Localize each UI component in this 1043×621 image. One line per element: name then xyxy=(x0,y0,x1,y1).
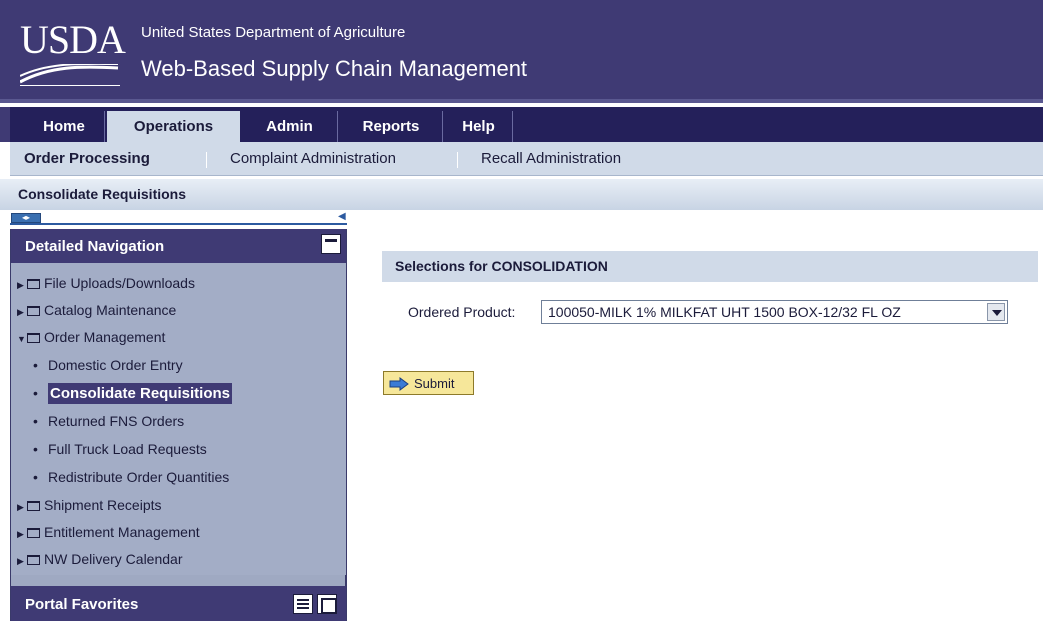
folder-icon xyxy=(27,333,40,343)
tree-item-label: NW Delivery Calendar xyxy=(44,551,183,567)
folder-icon xyxy=(27,306,40,316)
app-header: USDA United States Department of Agricul… xyxy=(0,0,1043,103)
tree-item-domestic-order-entry[interactable]: • Domestic Order Entry xyxy=(33,351,183,379)
logo-swoosh-icon xyxy=(20,64,120,86)
tree-item-label: Consolidate Requisitions xyxy=(48,383,233,404)
page-title-bar: Consolidate Requisitions xyxy=(0,176,1043,210)
expand-caret-icon: ▶ xyxy=(17,502,24,512)
ordered-product-label: Ordered Product: xyxy=(408,304,516,320)
collapse-panel-icon[interactable]: ◀ xyxy=(338,212,346,222)
submit-label: Submit xyxy=(414,376,455,391)
portal-favorites-title: Portal Favorites xyxy=(25,596,139,613)
app-title: Web-Based Supply Chain Management xyxy=(141,56,528,81)
sub-navigation: Order Processing Complaint Administratio… xyxy=(10,142,1043,176)
tree-item-entitlement-management[interactable]: ▶ Entitlement Management xyxy=(17,518,200,546)
tree-item-label: File Uploads/Downloads xyxy=(44,275,195,291)
tree-item-label: Full Truck Load Requests xyxy=(48,441,207,457)
selections-section-header: Selections for CONSOLIDATION xyxy=(382,251,1038,282)
expand-caret-icon: ▶ xyxy=(17,307,24,317)
folder-icon xyxy=(27,555,40,565)
tab-help[interactable]: Help xyxy=(445,111,513,142)
ordered-product-value: 100050-MILK 1% MILKFAT UHT 1500 BOX-12/3… xyxy=(548,304,901,320)
department-name: United States Department of Agriculture xyxy=(141,24,406,41)
tree-item-order-management[interactable]: ▼ Order Management xyxy=(17,323,165,351)
top-navigation: Home Operations Admin Reports Help xyxy=(0,107,1043,142)
expand-caret-icon: ▶ xyxy=(17,556,24,566)
tree-item-label: Catalog Maintenance xyxy=(44,302,177,318)
tree-item-returned-fns-orders[interactable]: • Returned FNS Orders xyxy=(33,407,184,435)
tree-item-redistribute-order-quantities[interactable]: • Redistribute Order Quantities xyxy=(33,463,229,491)
page-title: Consolidate Requisitions xyxy=(18,186,187,202)
tab-home[interactable]: Home xyxy=(24,111,105,142)
panel-splitter: ◂▸ ◀ xyxy=(10,211,347,225)
tree-item-file-uploads[interactable]: ▶ File Uploads/Downloads xyxy=(17,269,195,297)
subnav-divider xyxy=(457,152,458,168)
navigation-tree: ▶ File Uploads/Downloads ▶ Catalog Mainten… xyxy=(11,263,346,575)
submit-button[interactable]: Submit xyxy=(383,371,474,395)
subnav-recall-administration[interactable]: Recall Administration xyxy=(481,142,621,176)
tree-item-label: Shipment Receipts xyxy=(44,497,162,513)
ordered-product-select[interactable]: 100050-MILK 1% MILKFAT UHT 1500 BOX-12/3… xyxy=(541,300,1008,324)
tab-operations[interactable]: Operations xyxy=(107,111,240,142)
tree-item-shipment-receipts[interactable]: ▶ Shipment Receipts xyxy=(17,491,162,519)
tree-item-full-truck-load-requests[interactable]: • Full Truck Load Requests xyxy=(33,435,207,463)
folder-icon xyxy=(27,528,40,538)
folder-icon xyxy=(27,279,40,289)
collapse-caret-icon: ▼ xyxy=(17,334,26,344)
expand-caret-icon: ▶ xyxy=(17,280,24,290)
tree-item-nw-delivery-calendar[interactable]: ▶ NW Delivery Calendar xyxy=(17,545,182,573)
subnav-divider xyxy=(206,152,207,168)
usda-logo: USDA xyxy=(20,20,126,88)
subnav-order-processing[interactable]: Order Processing xyxy=(24,142,150,176)
detailed-navigation-title: Detailed Navigation xyxy=(25,238,165,255)
tree-item-label: Returned FNS Orders xyxy=(48,413,185,429)
folder-icon xyxy=(27,501,40,511)
detailed-navigation-header: Detailed Navigation xyxy=(11,229,346,263)
tree-item-label: Domestic Order Entry xyxy=(48,357,183,373)
arrow-right-icon xyxy=(389,377,409,391)
minimize-icon[interactable] xyxy=(321,234,341,254)
favorites-list-icon[interactable] xyxy=(293,594,313,614)
tree-item-catalog-maintenance[interactable]: ▶ Catalog Maintenance xyxy=(17,296,176,324)
top-navigation-bar: Home Operations Admin Reports Help xyxy=(10,107,1043,142)
subnav-complaint-administration[interactable]: Complaint Administration xyxy=(230,142,396,176)
tree-item-label: Redistribute Order Quantities xyxy=(48,469,230,485)
splitter-arrows-icon[interactable]: ◂▸ xyxy=(11,213,41,223)
tab-admin[interactable]: Admin xyxy=(242,111,338,142)
maximize-icon[interactable] xyxy=(317,594,337,614)
expand-caret-icon: ▶ xyxy=(17,529,24,539)
section-title: Selections for CONSOLIDATION xyxy=(395,258,608,274)
detailed-navigation-panel: Detailed Navigation ▶ File Uploads/Downlo… xyxy=(10,229,347,621)
portal-favorites-header: Portal Favorites xyxy=(11,586,346,621)
tree-item-label: Entitlement Management xyxy=(44,524,200,540)
tree-item-label: Order Management xyxy=(44,329,166,345)
tree-item-consolidate-requisitions[interactable]: • Consolidate Requisitions xyxy=(33,379,233,407)
logo-text: USDA xyxy=(20,17,126,62)
tab-reports[interactable]: Reports xyxy=(340,111,443,142)
dropdown-arrow-icon[interactable] xyxy=(987,303,1005,321)
